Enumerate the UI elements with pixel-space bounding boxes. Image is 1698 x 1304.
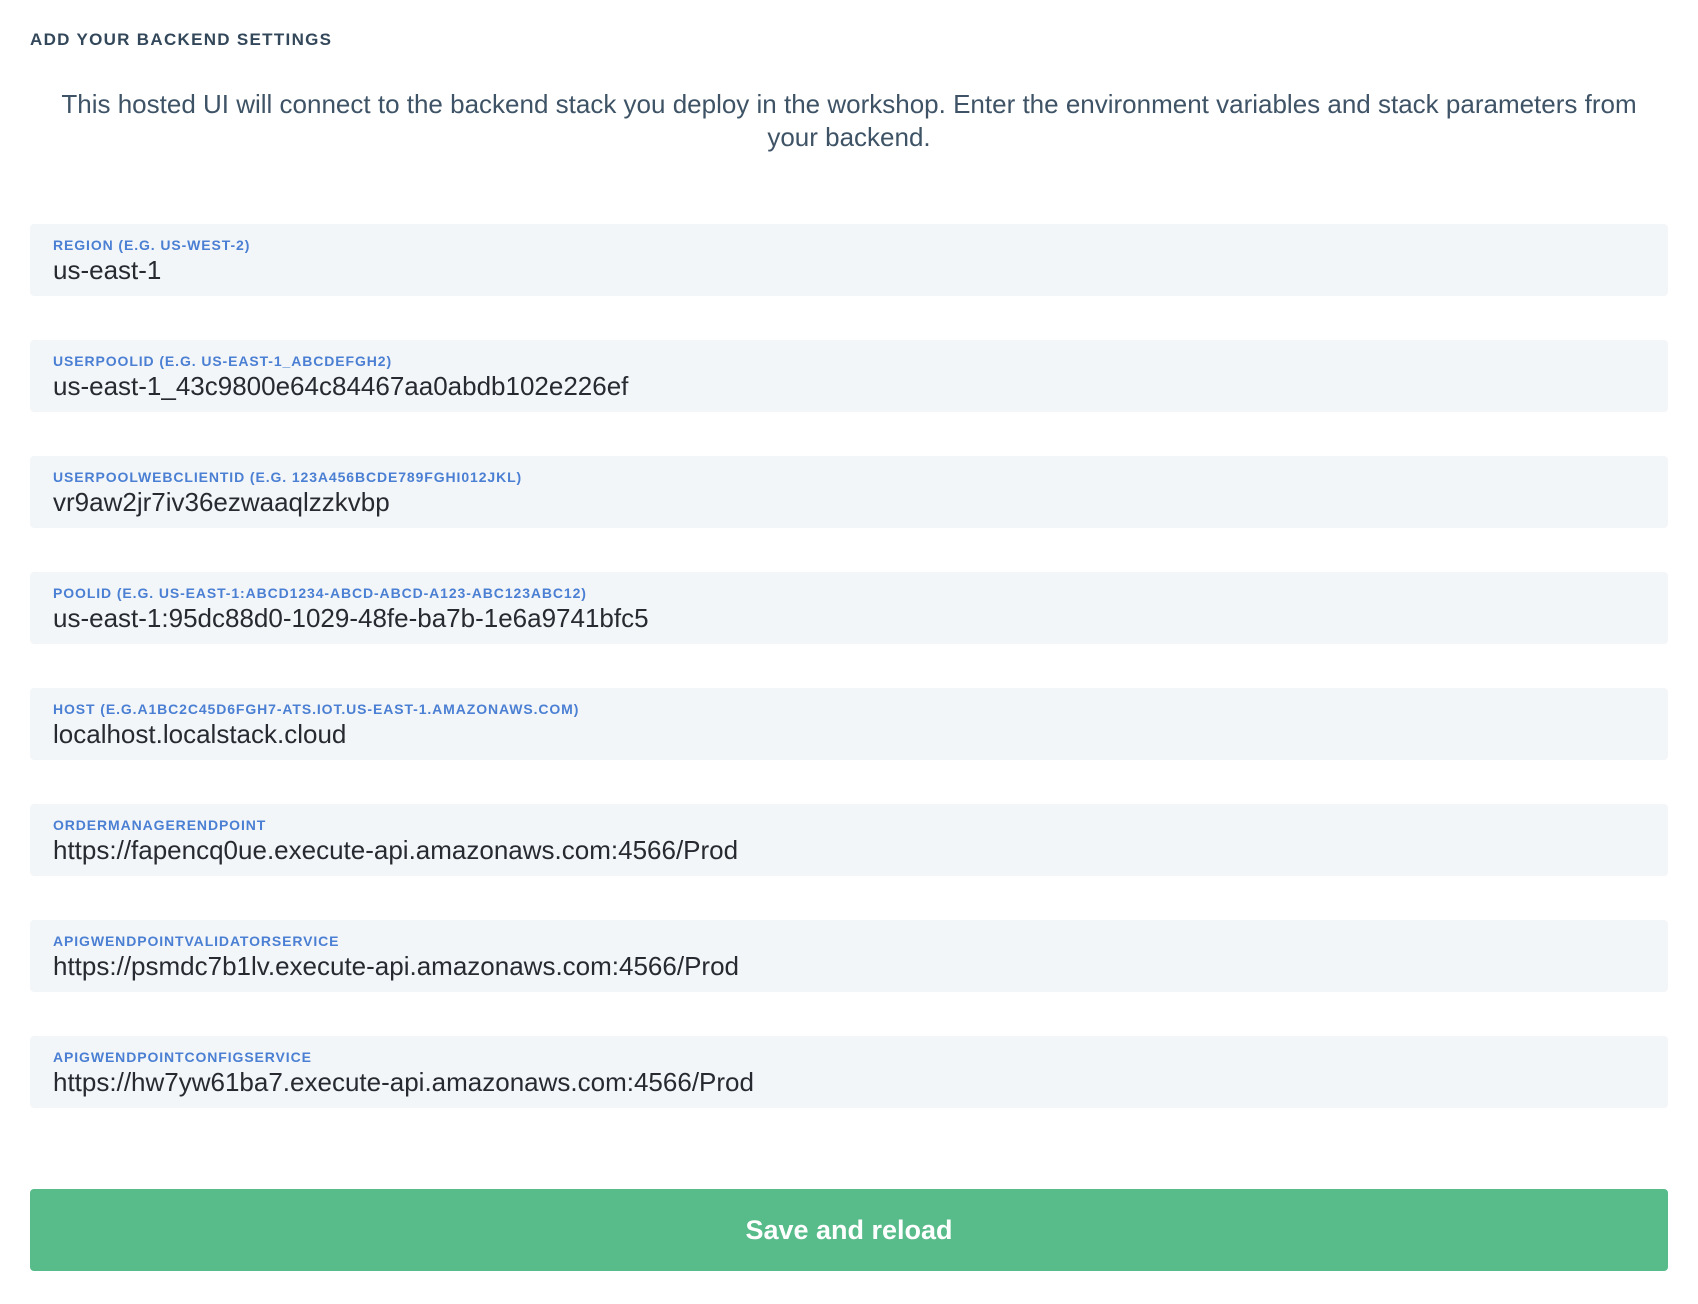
field-apigwendpointvalidatorservice-input[interactable] — [53, 951, 1645, 982]
field-host-label: HOST (E.G.A1BC2C45D6FGH7-ATS.IOT.US-EAST… — [53, 701, 1645, 717]
field-apigwendpointvalidatorservice-label: APIGWENDPOINTVALIDATORSERVICE — [53, 933, 1645, 949]
field-poolid-input[interactable] — [53, 603, 1645, 634]
field-userpoolid-label: USERPOOLID (E.G. US-EAST-1_ABCDEFGH2) — [53, 353, 1645, 369]
field-host-input[interactable] — [53, 719, 1645, 750]
field-userpoolwebclientid-input[interactable] — [53, 487, 1645, 518]
field-ordermanagerendpoint-input[interactable] — [53, 835, 1645, 866]
page-description: This hosted UI will connect to the backe… — [30, 88, 1668, 154]
field-apigwendpointconfigservice-input[interactable] — [53, 1067, 1645, 1098]
settings-form: REGION (E.G. US-WEST-2) USERPOOLID (E.G.… — [30, 224, 1668, 1108]
field-apigwendpointconfigservice-label: APIGWENDPOINTCONFIGSERVICE — [53, 1049, 1645, 1065]
field-userpoolwebclientid-label: USERPOOLWEBCLIENTID (E.G. 123A456BCDE789… — [53, 469, 1645, 485]
field-host: HOST (E.G.A1BC2C45D6FGH7-ATS.IOT.US-EAST… — [30, 688, 1668, 760]
field-ordermanagerendpoint-label: ORDERMANAGERENDPOINT — [53, 817, 1645, 833]
page-title: ADD YOUR BACKEND SETTINGS — [30, 30, 1668, 50]
backend-settings-page: ADD YOUR BACKEND SETTINGS This hosted UI… — [0, 0, 1698, 1304]
field-poolid-label: POOLID (E.G. US-EAST-1:ABCD1234-ABCD-ABC… — [53, 585, 1645, 601]
field-apigwendpointconfigservice: APIGWENDPOINTCONFIGSERVICE — [30, 1036, 1668, 1108]
save-and-reload-button[interactable]: Save and reload — [30, 1189, 1668, 1271]
field-region-label: REGION (E.G. US-WEST-2) — [53, 237, 1645, 253]
field-apigwendpointvalidatorservice: APIGWENDPOINTVALIDATORSERVICE — [30, 920, 1668, 992]
field-ordermanagerendpoint: ORDERMANAGERENDPOINT — [30, 804, 1668, 876]
field-region: REGION (E.G. US-WEST-2) — [30, 224, 1668, 296]
field-userpoolwebclientid: USERPOOLWEBCLIENTID (E.G. 123A456BCDE789… — [30, 456, 1668, 528]
field-poolid: POOLID (E.G. US-EAST-1:ABCD1234-ABCD-ABC… — [30, 572, 1668, 644]
field-userpoolid-input[interactable] — [53, 371, 1645, 402]
field-userpoolid: USERPOOLID (E.G. US-EAST-1_ABCDEFGH2) — [30, 340, 1668, 412]
field-region-input[interactable] — [53, 255, 1645, 286]
